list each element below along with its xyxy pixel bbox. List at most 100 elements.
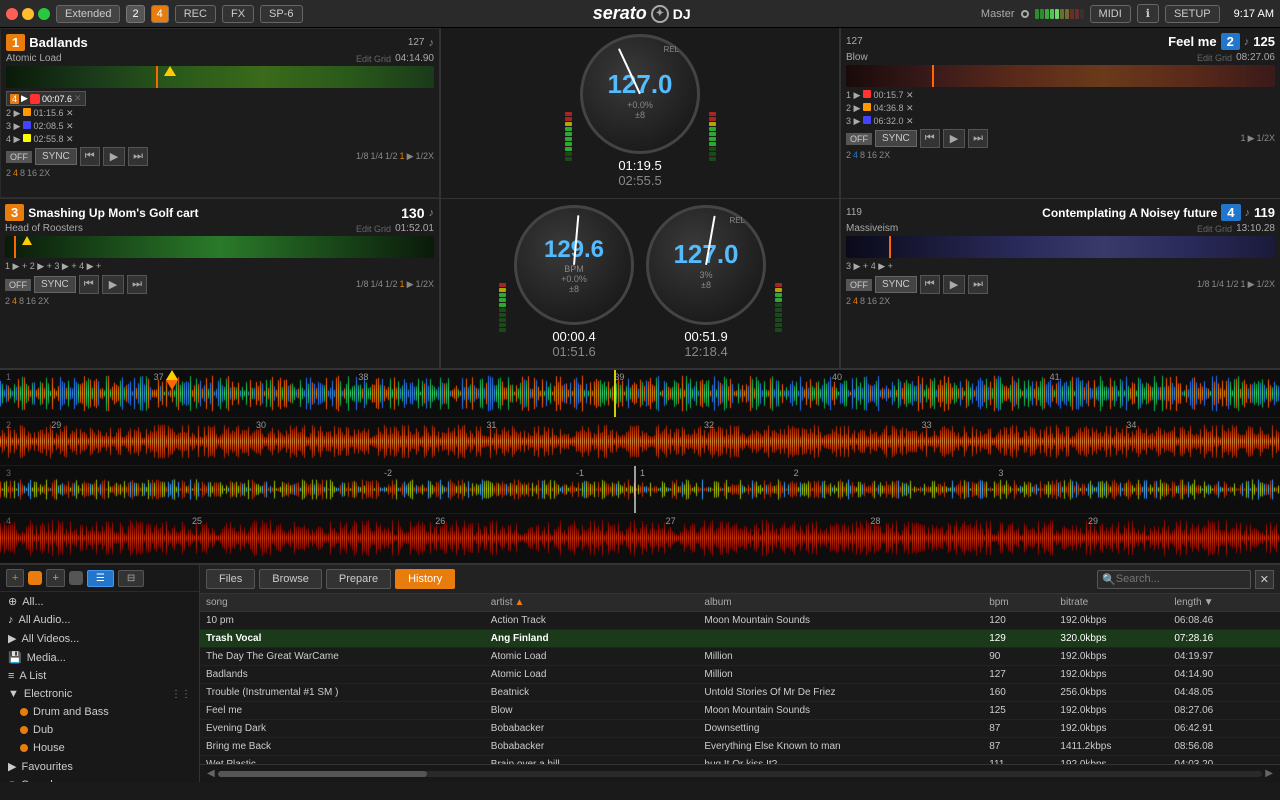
extended-button[interactable]: Extended	[56, 5, 120, 23]
deck2-next-btn[interactable]: ⏭	[968, 129, 988, 148]
deck1-prev-btn[interactable]: ⏮	[80, 147, 100, 166]
deck1-artist: Atomic Load	[6, 53, 62, 64]
sidebar-item-house[interactable]: House	[0, 739, 199, 757]
deck3-playhead	[14, 236, 16, 258]
deck4-sync-btn[interactable]: SYNC	[875, 276, 917, 293]
col-album[interactable]: album	[704, 597, 989, 608]
vu-right	[708, 61, 716, 161]
big-dial-deck3[interactable]: 129.6 BPM +0.0% ±8 00:00.4 01:51.6	[514, 205, 634, 359]
table-row[interactable]: Evening DarkBobabackerDownsetting87192.0…	[200, 720, 1280, 738]
deck1-play-btn[interactable]: ▶	[103, 147, 125, 166]
table-row-highlighted[interactable]: Trash VocalAng Finland129320.0kbps07:28.…	[200, 630, 1280, 648]
deck4-music-icon: ♪	[1245, 207, 1251, 219]
sidebar-item-favourites[interactable]: ▶ Favourites	[0, 757, 199, 776]
files-tab[interactable]: Files	[206, 569, 255, 589]
table-row[interactable]: Bring me BackBobabackerEverything Else K…	[200, 738, 1280, 756]
sp6-button[interactable]: SP-6	[260, 5, 302, 23]
col-bpm[interactable]: bpm	[989, 597, 1060, 608]
deck3-next-btn[interactable]: ⏭	[127, 275, 147, 294]
num4-button[interactable]: 4	[151, 5, 169, 23]
table-row[interactable]: Wet PlasticBrain over a hillhug It Or ki…	[200, 756, 1280, 764]
deck3-off-btn[interactable]: OFF	[5, 279, 31, 291]
top-bar: Extended 2 4 REC FX SP-6 serato ✦ DJ Mas…	[0, 0, 1280, 28]
deck3-play-btn[interactable]: ▶	[102, 275, 124, 294]
deck1-next-btn[interactable]: ⏭	[128, 147, 148, 166]
deck4-prev-btn[interactable]: ⏮	[920, 275, 940, 294]
deck3-sync-btn[interactable]: SYNC	[34, 276, 76, 293]
deck2-off-btn[interactable]: OFF	[846, 133, 872, 145]
table-row[interactable]: Trouble (Instrumental #1 SM )BeatnickUnt…	[200, 684, 1280, 702]
col-length[interactable]: length ▼	[1174, 597, 1274, 608]
sidebar-item-all-videos[interactable]: ▶ All Videos...	[0, 629, 199, 648]
deck2-playhead	[932, 65, 934, 87]
sidebar-item-dub[interactable]: Dub	[0, 721, 199, 739]
deck1-playhead	[156, 66, 158, 88]
col-song[interactable]: song	[206, 597, 491, 608]
grid-view-btn[interactable]: ⊟	[118, 570, 144, 587]
prepare-tab[interactable]: Prepare	[326, 569, 391, 589]
deck1-edit-grid[interactable]: Edit Grid	[356, 54, 391, 64]
minimize-button[interactable]	[22, 8, 34, 20]
rec-button[interactable]: REC	[175, 5, 216, 23]
deck2-prev-btn[interactable]: ⏮	[920, 129, 940, 148]
num2-button[interactable]: 2	[126, 5, 144, 23]
midi-button[interactable]: MIDI	[1090, 5, 1131, 23]
deck3-bpm: 130	[401, 205, 424, 221]
sidebar-item-media[interactable]: 💾 Media...	[0, 648, 199, 667]
dial3-times: 00:00.4 01:51.6	[514, 329, 634, 359]
sidebar-item-crowd[interactable]: Crowd	[0, 776, 199, 782]
deck2-edit-grid[interactable]: Edit Grid	[1197, 53, 1232, 63]
add-track-btn[interactable]: +	[6, 569, 24, 587]
browse-tab[interactable]: Browse	[259, 569, 322, 589]
cue-row[interactable]: 4 ▶ 00:07.6 ✕	[6, 91, 86, 106]
lib-scroll-track[interactable]	[218, 771, 1263, 777]
deck2-play-btn[interactable]: ▶	[943, 129, 965, 148]
sidebar-item-electronic[interactable]: ▼ Electronic ⋮⋮	[0, 685, 199, 703]
deck1-num: 1	[6, 34, 25, 51]
deck3-edit-grid[interactable]: Edit Grid	[356, 224, 391, 234]
table-row[interactable]: BadlandsAtomic LoadMillion127192.0kbps04…	[200, 666, 1280, 684]
deck2-artist: Blow	[846, 52, 868, 63]
lib-scroll-right[interactable]: ▶	[1262, 768, 1276, 779]
add-crate-btn[interactable]: +	[46, 569, 64, 587]
deck4-off-btn[interactable]: OFF	[846, 279, 872, 291]
table-row[interactable]: Feel meBlowMoon Mountain Sounds125192.0k…	[200, 702, 1280, 720]
close-button[interactable]	[6, 8, 18, 20]
col-bitrate[interactable]: bitrate	[1060, 597, 1174, 608]
deck2-bpm: 125	[1253, 34, 1275, 49]
deck4-next-btn[interactable]: ⏭	[968, 275, 988, 294]
drum-dot	[20, 708, 28, 716]
search-input[interactable]	[1116, 573, 1246, 585]
list-view-btn[interactable]: ☰	[87, 570, 114, 587]
deck1-music-icon: ♪	[429, 37, 435, 49]
deck2-sync-btn[interactable]: SYNC	[875, 130, 917, 147]
big-dial-deck4[interactable]: REL 127.0 3% ±8 00:51.9 12:18.4	[646, 205, 766, 359]
sidebar-item-all-audio[interactable]: ♪ All Audio...	[0, 611, 199, 629]
table-row[interactable]: 10 pmAction TrackMoon Mountain Sounds120…	[200, 612, 1280, 630]
sidebar-item-all[interactable]: ⊕ All...	[0, 592, 199, 611]
deck1-off-btn[interactable]: OFF	[6, 151, 32, 163]
master-knob[interactable]	[1021, 10, 1029, 18]
deck4-playhead	[889, 236, 891, 258]
col-artist[interactable]: artist ▲	[491, 597, 705, 608]
info-button[interactable]: ℹ	[1137, 4, 1159, 23]
deck3-prev-btn[interactable]: ⏮	[79, 275, 99, 294]
history-tab[interactable]: History	[395, 569, 455, 589]
dial-circle-4: REL 127.0 3% ±8	[646, 205, 766, 325]
deck4-play-btn[interactable]: ▶	[943, 275, 965, 294]
all-icon: ⊕	[8, 595, 17, 608]
maximize-button[interactable]	[38, 8, 50, 20]
table-row[interactable]: The Day The Great WarCameAtomic LoadMill…	[200, 648, 1280, 666]
deck4-edit-grid[interactable]: Edit Grid	[1197, 224, 1232, 234]
deck2-time: 08:27.06	[1236, 52, 1275, 63]
lib-scroll-left[interactable]: ◀	[204, 768, 218, 779]
sidebar-item-alist[interactable]: ≡ A List	[0, 667, 199, 685]
deck3-num: 3	[5, 204, 24, 221]
crate-icon	[69, 571, 83, 585]
search-clear-btn[interactable]: ✕	[1255, 570, 1274, 589]
fx-button[interactable]: FX	[222, 5, 254, 23]
setup-button[interactable]: SETUP	[1165, 5, 1220, 23]
sidebar-item-drum-and-bass[interactable]: Drum and Bass	[0, 703, 199, 721]
deck1-sync-btn[interactable]: SYNC	[35, 148, 77, 165]
big-dial-deck1[interactable]: REL 127.0 +0.0% ±8 01:19.5 02:55.5	[580, 34, 700, 188]
